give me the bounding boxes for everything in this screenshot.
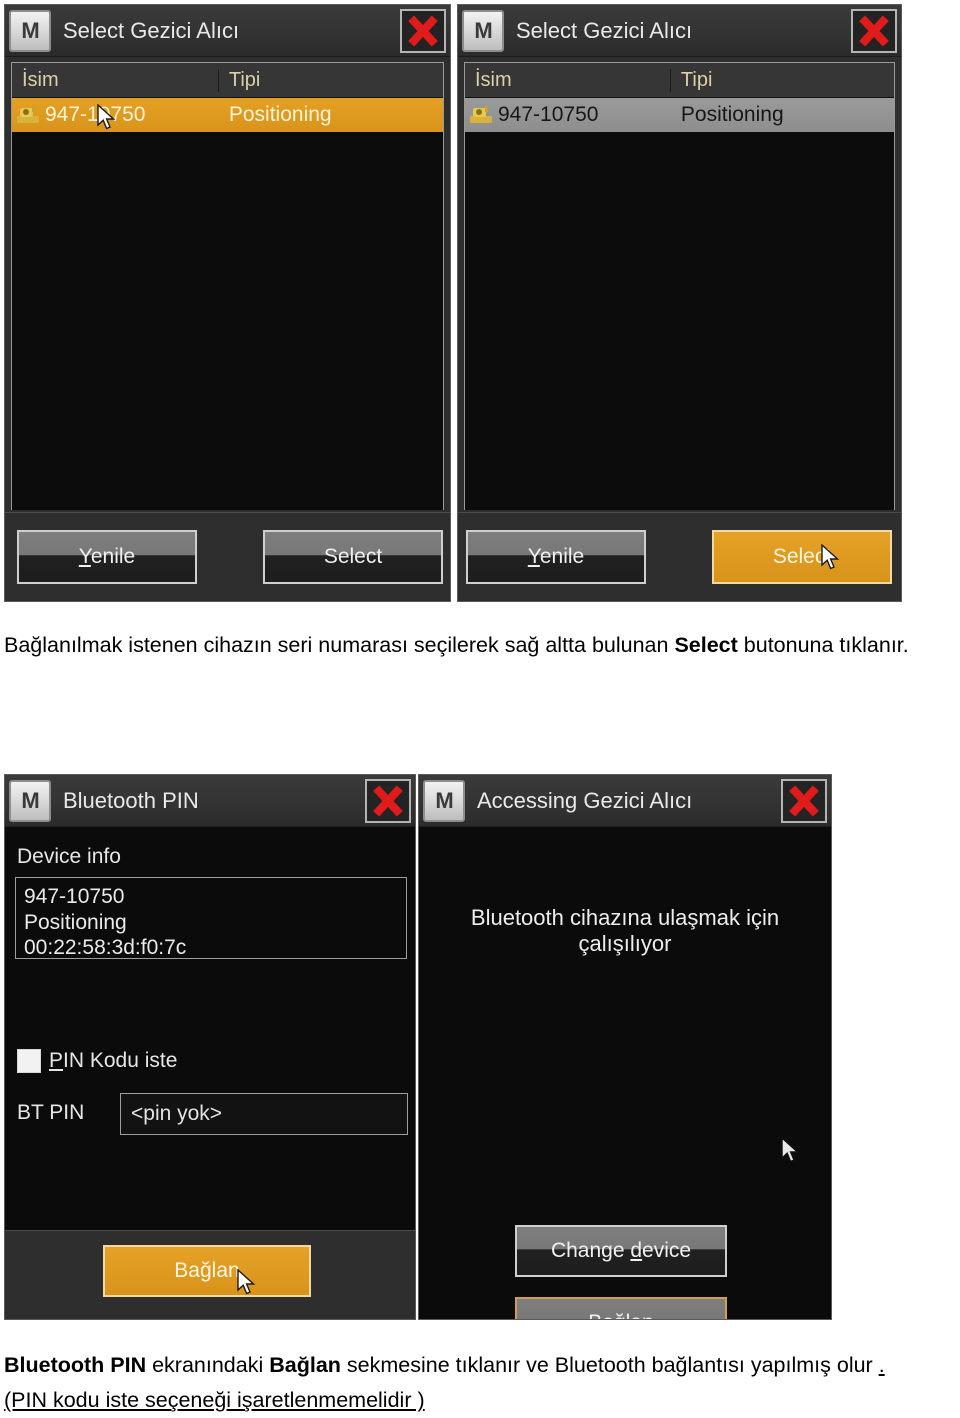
app-menu-m-icon[interactable]: M [9, 9, 51, 52]
row-name-text: 947-10750 [498, 103, 599, 126]
caption-connect-line: Bluetooth PIN ekranındaki Bağlan sekmesi… [4, 1348, 956, 1383]
change-device-button-label: Change device [550, 1239, 692, 1262]
refresh-button-label: Yenile [78, 545, 136, 568]
pin-request-label: PIN Kodu iste [49, 1049, 178, 1072]
bluetooth-pin-body: Device info 947-10750 Positioning 00:22:… [5, 827, 415, 1231]
select-button-right[interactable]: Select [712, 530, 892, 584]
window-select-gezici-alici-right[interactable]: M Select Gezici Alıcı İsim Tipi 947-1075… [457, 4, 902, 602]
caption-connect-mid2: sekmesine tıklanır ve Bluetooth bağlantı… [340, 1353, 879, 1377]
window-title-bluetooth-pin: Bluetooth PIN [63, 787, 199, 813]
column-header-type-right: Tipi [680, 68, 713, 91]
button-bar-bluetooth-pin: Bağlan [5, 1230, 415, 1319]
pin-request-checkbox[interactable] [17, 1049, 41, 1073]
column-header-type-left: Tipi [228, 68, 261, 91]
select-button-left[interactable]: Select [263, 530, 443, 584]
connect-button-label: Bağlan [588, 1311, 653, 1319]
button-bar-select-right: Yenile Select [458, 512, 901, 601]
accessing-status-text: Bluetooth cihazına ulaşmak için çalışılı… [470, 905, 780, 956]
device-info-label: Device info [17, 845, 121, 868]
bt-pin-input[interactable]: <pin yok> [120, 1093, 408, 1135]
connect-button-label: Bağlan [174, 1259, 240, 1282]
device-list-left[interactable]: İsim Tipi 947-10750 Positioning [11, 62, 444, 510]
change-device-button[interactable]: Change device [515, 1225, 727, 1277]
window-accessing-gezici-alici[interactable]: M Accessing Gezici Alıcı Bluetooth cihaz… [418, 774, 832, 1320]
device-list-right[interactable]: İsim Tipi 947-10750 Positioning [464, 62, 895, 510]
connect-button-bluetooth-pin[interactable]: Bağlan [103, 1245, 311, 1297]
titlebar-bluetooth-pin: M Bluetooth PIN [5, 775, 415, 827]
close-x-icon [373, 784, 403, 817]
caption-connect-tail: . [878, 1353, 885, 1377]
device-info-line-serial: 947-10750 [24, 885, 125, 908]
window-title-select-left: Select Gezici Alıcı [63, 17, 240, 43]
close-x-icon [408, 14, 438, 47]
close-button-bluetooth-pin[interactable] [365, 778, 411, 823]
caption-select-bold: Select [674, 633, 738, 657]
mouse-cursor-accessing [781, 1137, 800, 1163]
caption-connect-note: (PIN kodu iste seçeneği işaretlenmemelid… [4, 1387, 425, 1412]
select-button-label: Select [772, 545, 832, 568]
window-bluetooth-pin[interactable]: M Bluetooth PIN Device info 947-10750 Po… [4, 774, 416, 1320]
close-button-select-right[interactable] [851, 8, 897, 53]
bt-pin-value: <pin yok> [131, 1102, 223, 1125]
connect-button-accessing[interactable]: Bağlan [515, 1297, 727, 1319]
close-x-icon [859, 14, 889, 47]
app-menu-m-icon[interactable]: M [423, 779, 465, 822]
pin-request-checkbox-row[interactable]: PIN Kodu iste [17, 1049, 177, 1073]
row-type-cell-left: Positioning [219, 103, 443, 127]
column-header-name-right: İsim [465, 68, 671, 92]
titlebar-select-left: M Select Gezici Alıcı [5, 5, 450, 57]
caption-connect-step: Bluetooth PIN ekranındaki Bağlan sekmesi… [4, 1348, 956, 1418]
refresh-button-label: Yenile [527, 545, 585, 568]
close-button-accessing[interactable] [781, 778, 827, 823]
titlebar-accessing: M Accessing Gezici Alıcı [419, 775, 831, 827]
window-select-gezici-alici-left[interactable]: M Select Gezici Alıcı İsim Tipi 947-1075… [4, 4, 451, 602]
caption-connect-bold1: Bluetooth PIN [4, 1353, 147, 1377]
close-x-icon [789, 784, 819, 817]
device-info-box: 947-10750 Positioning 00:22:58:3d:f0:7c [15, 877, 407, 959]
device-list-header-left: İsim Tipi [12, 63, 443, 98]
close-button-select-left[interactable] [400, 8, 446, 53]
row-name-cell-left: 947-10750 [12, 103, 219, 127]
device-list-header-right: İsim Tipi [465, 63, 894, 98]
row-type-cell-right: Positioning [671, 103, 894, 127]
select-button-label: Select [323, 545, 383, 568]
caption-connect-mid1: ekranındaki [146, 1353, 270, 1377]
caption-select-step: Bağlanılmak istenen cihazın seri numaras… [4, 628, 956, 663]
titlebar-select-right: M Select Gezici Alıcı [458, 5, 901, 57]
table-row[interactable]: 947-10750 Positioning [12, 98, 443, 132]
caption-select-after: butonuna tıklanır. [737, 633, 909, 657]
receiver-device-icon [470, 106, 492, 123]
caption-connect-bold2: Bağlan [269, 1353, 341, 1377]
button-bar-select-left: Yenile Select [5, 512, 450, 601]
row-type-text: Positioning [228, 103, 332, 126]
refresh-button-right[interactable]: Yenile [466, 530, 646, 584]
row-type-text: Positioning [680, 103, 784, 126]
device-info-line-type: Positioning [24, 910, 127, 934]
app-menu-m-icon[interactable]: M [9, 779, 51, 822]
bt-pin-label: BT PIN [17, 1101, 85, 1124]
row-name-text: 947-10750 [45, 103, 146, 126]
row-name-cell-right: 947-10750 [465, 103, 671, 127]
refresh-button-left[interactable]: Yenile [17, 530, 197, 584]
column-header-name-left: İsim [12, 68, 219, 92]
device-info-line-mac: 00:22:58:3d:f0:7c [24, 936, 187, 960]
device-list-body-right: 947-10750 Positioning [465, 98, 894, 510]
app-menu-m-icon[interactable]: M [462, 9, 504, 52]
caption-select-before: Bağlanılmak istenen cihazın seri numaras… [4, 633, 675, 657]
device-list-body-left: 947-10750 Positioning [12, 98, 443, 510]
table-row[interactable]: 947-10750 Positioning [465, 98, 894, 132]
accessing-body: Bluetooth cihazına ulaşmak için çalışılı… [419, 827, 831, 1319]
window-title-accessing: Accessing Gezici Alıcı [477, 787, 693, 813]
caption-select-line: Bağlanılmak istenen cihazın seri numaras… [4, 628, 956, 663]
receiver-device-icon [17, 106, 39, 123]
window-title-select-right: Select Gezici Alıcı [516, 17, 693, 43]
